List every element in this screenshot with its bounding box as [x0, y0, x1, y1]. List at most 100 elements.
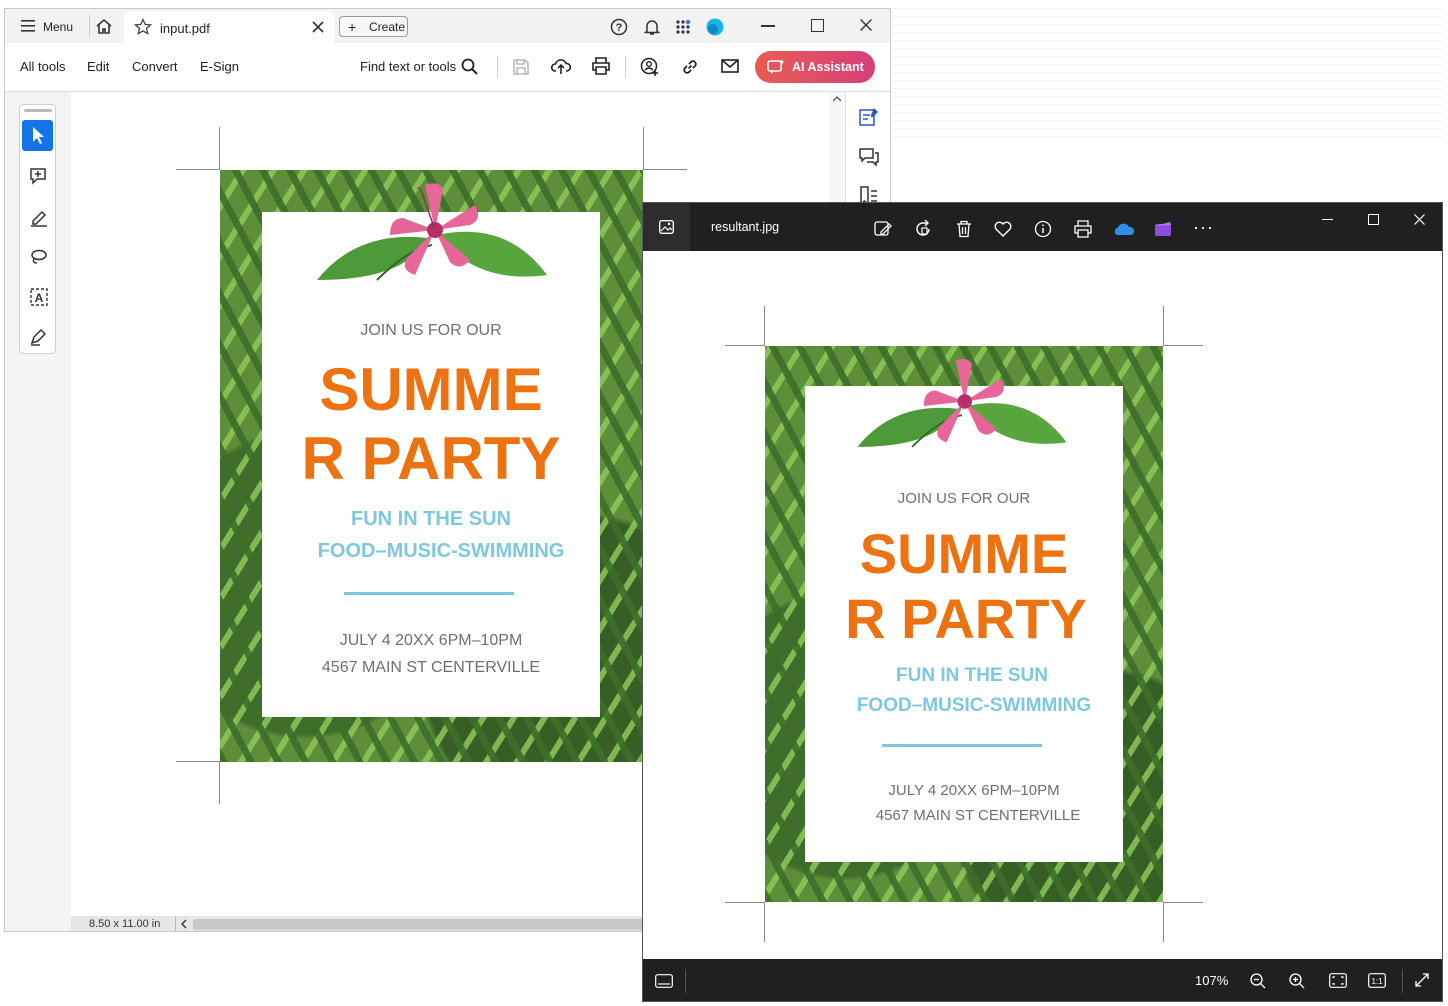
filmstrip-icon[interactable] — [655, 974, 673, 988]
menu-all-tools[interactable]: All tools — [20, 59, 66, 74]
acrobat-toolbar: All tools Edit Convert E-Sign Find text … — [5, 43, 891, 92]
edit-image-icon[interactable] — [873, 219, 893, 239]
flyer-join-text: JOIN US FOR OUR — [262, 322, 600, 340]
create-button[interactable]: + Create — [339, 16, 408, 37]
divider — [497, 56, 498, 78]
crop-mark — [1163, 902, 1164, 942]
add-comment-icon[interactable] — [29, 167, 49, 187]
rotate-icon[interactable] — [914, 219, 934, 239]
left-tools-panel: A — [19, 104, 56, 354]
delete-icon[interactable] — [954, 219, 974, 239]
apps-grid-icon[interactable] — [675, 19, 691, 35]
flyer-page: JOIN US FOR OUR SUMME R PARTY FUN IN THE… — [220, 170, 643, 762]
flyer-subtitle-1: FUN IN THE SUN — [262, 508, 600, 531]
minimize-icon[interactable] — [1322, 219, 1333, 220]
plus-icon: + — [348, 19, 356, 35]
comments-icon[interactable] — [859, 147, 879, 167]
maximize-icon[interactable] — [1368, 214, 1379, 225]
maximize-icon[interactable] — [811, 19, 824, 32]
highlight-pen-icon[interactable] — [29, 207, 49, 227]
crop-mark — [1163, 902, 1203, 903]
share-person-icon[interactable] — [640, 57, 660, 77]
scroll-up-icon[interactable] — [833, 96, 841, 102]
clipchamp-icon[interactable] — [1153, 219, 1173, 239]
onedrive-cloud-icon[interactable] — [1113, 219, 1133, 239]
edit-pdf-icon[interactable] — [859, 107, 879, 127]
scroll-left-icon[interactable] — [180, 919, 188, 929]
menu-edit[interactable]: Edit — [87, 59, 109, 74]
zoom-out-icon[interactable] — [1249, 972, 1267, 990]
find-text-label[interactable]: Find text or tools — [360, 59, 456, 74]
crop-mark — [176, 169, 220, 170]
photos-window: resultant.jpg ··· — [642, 202, 1443, 1002]
menu-convert[interactable]: Convert — [132, 59, 178, 74]
tab-input-pdf[interactable]: input.pdf — [124, 11, 334, 43]
select-tool-button[interactable] — [22, 120, 53, 151]
hibiscus-flower-image — [857, 356, 1067, 456]
flyer-subtitle-2: FOOD–MUSIC-SWIMMING — [805, 695, 1143, 717]
svg-text:A: A — [35, 291, 44, 305]
flyer-join-text: JOIN US FOR OUR — [805, 490, 1123, 507]
ai-assistant-label: AI Assistant — [792, 60, 864, 74]
help-icon[interactable]: ? — [610, 18, 628, 36]
hibiscus-flower-image — [317, 180, 547, 290]
flyer-title-line1: SUMME — [262, 355, 600, 424]
photo-canvas: JOIN US FOR OUR SUMME R PARTY FUN IN THE… — [643, 251, 1443, 959]
home-icon[interactable] — [95, 18, 113, 34]
flyer-divider — [344, 592, 514, 595]
ai-sparkle-icon — [767, 59, 785, 75]
crop-mark — [643, 127, 644, 170]
crop-mark — [725, 902, 765, 903]
desktop-background — [892, 8, 1442, 138]
bell-icon[interactable] — [643, 18, 661, 36]
photos-bottombar: 107% 1:1 — [643, 959, 1443, 1002]
favorite-heart-icon[interactable] — [993, 219, 1013, 239]
svg-text:1:1: 1:1 — [1371, 977, 1383, 986]
ai-assistant-button[interactable]: AI Assistant — [755, 51, 875, 83]
image-gallery-icon — [659, 220, 674, 234]
create-label: Create — [369, 20, 405, 34]
crop-mark — [219, 127, 220, 170]
save-icon[interactable] — [513, 59, 529, 75]
mail-icon[interactable] — [721, 59, 739, 73]
actual-size-icon[interactable]: 1:1 — [1368, 973, 1386, 988]
upload-cloud-icon[interactable] — [551, 57, 571, 75]
print-icon[interactable] — [592, 57, 610, 75]
link-icon[interactable] — [681, 58, 699, 76]
crop-mark — [219, 761, 220, 804]
flyer-subtitle-1: FUN IN THE SUN — [805, 665, 1139, 687]
crop-mark — [1163, 345, 1203, 346]
more-options-icon[interactable]: ··· — [1193, 217, 1214, 238]
zoom-level[interactable]: 107% — [1195, 973, 1228, 988]
fit-to-window-icon[interactable] — [1329, 973, 1347, 988]
lasso-draw-icon[interactable] — [29, 247, 49, 267]
close-window-icon[interactable] — [1414, 214, 1425, 225]
sign-pen-icon[interactable] — [29, 327, 49, 347]
panel-handle[interactable] — [24, 109, 52, 112]
fullscreen-icon[interactable] — [1414, 972, 1430, 988]
divider — [175, 916, 176, 932]
profile-avatar-icon[interactable] — [706, 18, 724, 36]
menu-esign[interactable]: E-Sign — [200, 59, 239, 74]
close-window-icon[interactable] — [860, 19, 872, 31]
flyer-title-line1: SUMME — [805, 521, 1123, 586]
horizontal-scroll-thumb[interactable] — [193, 919, 663, 930]
gallery-button[interactable] — [643, 203, 690, 251]
search-icon[interactable] — [461, 58, 479, 76]
cursor-arrow-icon — [22, 120, 53, 151]
crop-mark — [764, 902, 765, 942]
info-icon[interactable] — [1033, 219, 1053, 239]
acrobat-titlebar: Menu input.pdf + Create ? — [5, 9, 891, 43]
flyer-image: JOIN US FOR OUR SUMME R PARTY FUN IN THE… — [765, 346, 1163, 902]
flyer-title-line2: R PARTY — [262, 424, 600, 493]
text-recognition-icon[interactable]: A — [29, 287, 49, 307]
tab-title: input.pdf — [160, 21, 210, 36]
menu-label[interactable]: Menu — [43, 20, 73, 34]
close-tab-icon[interactable] — [312, 21, 324, 33]
hamburger-icon[interactable] — [21, 19, 37, 33]
star-icon[interactable] — [134, 18, 152, 36]
flyer-date: JULY 4 20XX 6PM–10PM — [805, 782, 1143, 799]
zoom-in-icon[interactable] — [1288, 972, 1306, 990]
print-icon[interactable] — [1073, 219, 1093, 239]
minimize-icon[interactable] — [761, 25, 775, 27]
